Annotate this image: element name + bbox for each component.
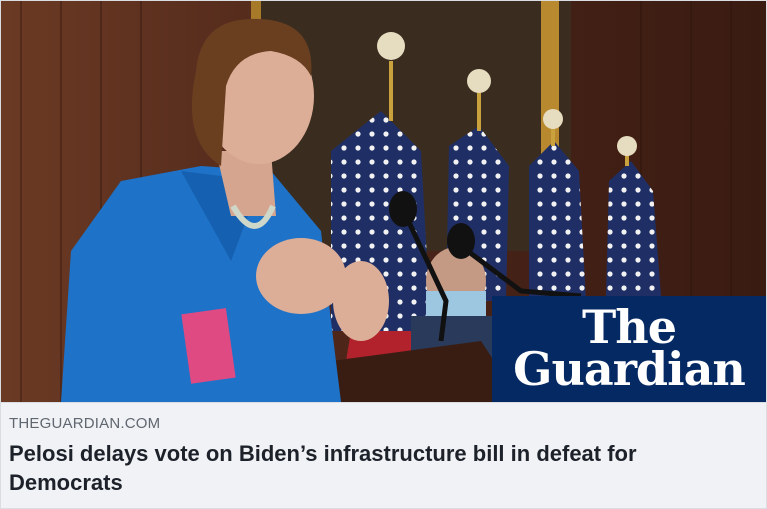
article-headline[interactable]: Pelosi delays vote on Biden’s infrastruc… (9, 439, 749, 497)
source-domain: THEGUARDIAN.COM (9, 415, 161, 432)
link-meta[interactable]: THEGUARDIAN.COM Pelosi delays vote on Bi… (1, 402, 766, 508)
article-image[interactable]: The Guardian (1, 1, 766, 402)
link-preview-card[interactable]: The Guardian THEGUARDIAN.COM Pelosi dela… (0, 0, 767, 509)
logo-text-guardian: Guardian (513, 342, 746, 396)
guardian-logo: The Guardian (492, 296, 766, 402)
